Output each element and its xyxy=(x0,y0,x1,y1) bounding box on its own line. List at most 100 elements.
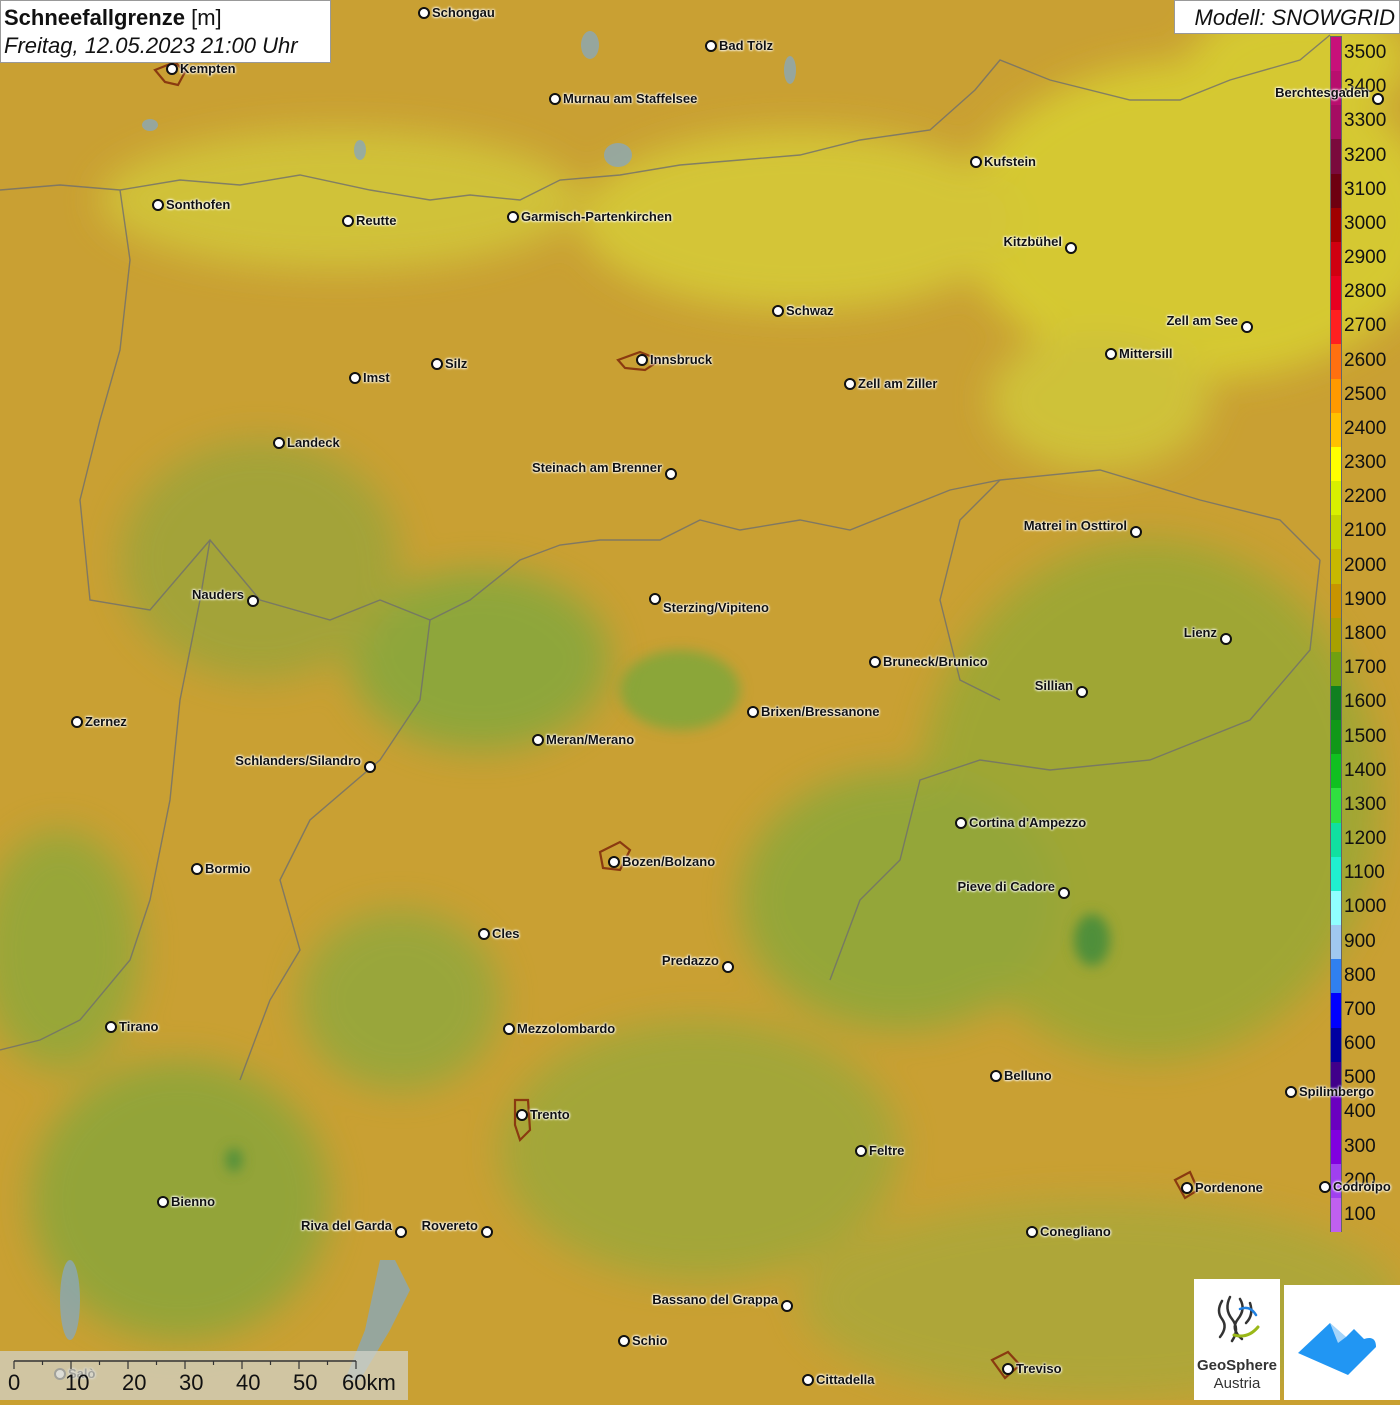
city-dot-icon xyxy=(71,716,83,728)
city-name: Landeck xyxy=(287,435,340,450)
city-dot-icon xyxy=(516,1109,528,1121)
city-dot-icon xyxy=(395,1226,407,1238)
city-name: Kitzbühel xyxy=(1003,234,1063,249)
legend-swatch xyxy=(1331,310,1341,345)
mountain-cloud-icon xyxy=(1298,1323,1376,1375)
city-dot-icon xyxy=(955,817,967,829)
legend-level-label: 400 xyxy=(1344,1101,1376,1123)
city-name: Riva del Garda xyxy=(300,1218,392,1233)
legend-level-label: 1400 xyxy=(1344,759,1387,781)
city-dot-icon xyxy=(722,961,734,973)
city-name: Spilimbergo xyxy=(1299,1084,1375,1099)
legend-swatch xyxy=(1331,925,1341,960)
city-dot-icon xyxy=(273,437,285,449)
city-name: Mezzolombardo xyxy=(517,1021,616,1036)
map-title: Schneefallgrenze [m] xyxy=(4,4,330,32)
city-name: Conegliano xyxy=(1040,1224,1111,1239)
legend-level-label: 3300 xyxy=(1344,110,1387,132)
legend-level-label: 600 xyxy=(1344,1033,1376,1055)
legend-swatch xyxy=(1331,754,1341,789)
city-dot-icon xyxy=(869,656,881,668)
legend-swatch xyxy=(1331,481,1341,516)
legend-level-label: 2100 xyxy=(1344,520,1387,542)
city-name: Silz xyxy=(445,356,468,371)
legend-swatch xyxy=(1331,617,1341,652)
city-name: Murnau am Staffelsee xyxy=(563,91,698,106)
city-name: Feltre xyxy=(869,1143,905,1158)
city-dot-icon xyxy=(478,928,490,940)
title-unit: [m] xyxy=(191,5,222,30)
legend-level-label: 2300 xyxy=(1344,452,1387,474)
legend-swatch xyxy=(1331,105,1341,140)
city-name: Lienz xyxy=(1183,625,1217,640)
city-dot-icon xyxy=(247,595,259,607)
city-name: Pordenone xyxy=(1195,1180,1263,1195)
legend-swatch xyxy=(1331,276,1341,311)
city-name: Rovereto xyxy=(421,1218,478,1233)
legend-swatch xyxy=(1331,139,1341,174)
weather-app-logo[interactable] xyxy=(1284,1285,1400,1400)
city-dot-icon xyxy=(166,63,178,75)
city-dot-icon xyxy=(1220,633,1232,645)
scale-label: 60km xyxy=(342,1370,396,1395)
geosphere-name: GeoSphere xyxy=(1196,1357,1278,1374)
city-name: Reutte xyxy=(356,213,397,228)
city-dot-icon xyxy=(1372,93,1384,105)
legend-swatch xyxy=(1331,1027,1341,1062)
legend-level-label: 1800 xyxy=(1344,623,1387,644)
city-dot-icon xyxy=(781,1300,793,1312)
scale-label: 40 xyxy=(236,1370,261,1395)
legend-level-label: 100 xyxy=(1344,1203,1376,1225)
legend-swatch xyxy=(1331,993,1341,1028)
city-dot-icon xyxy=(970,156,982,168)
city-dot-icon xyxy=(191,863,203,875)
legend-level-label: 1100 xyxy=(1344,862,1385,884)
legend-swatch xyxy=(1331,822,1341,857)
legend-level-label: 3200 xyxy=(1344,144,1387,166)
legend-swatch xyxy=(1331,651,1341,686)
city-dot-icon xyxy=(532,734,544,746)
legend-level-label: 2900 xyxy=(1344,247,1387,269)
city-dot-icon xyxy=(1130,526,1142,538)
city-name: Berchtesgaden xyxy=(1275,85,1369,100)
city-dot-icon xyxy=(1285,1086,1297,1098)
legend-level-label: 1900 xyxy=(1344,588,1387,610)
legend-level-label: 3500 xyxy=(1344,42,1387,64)
city-name: Meran/Merano xyxy=(546,732,635,747)
city-dot-icon xyxy=(618,1335,630,1347)
city-dot-icon xyxy=(105,1021,117,1033)
legend-swatch xyxy=(1331,515,1341,550)
city-name: Cortina d'Ampezzo xyxy=(969,815,1087,830)
legend-swatch xyxy=(1331,549,1341,584)
city-dot-icon xyxy=(418,7,430,19)
city-dot-icon xyxy=(1319,1181,1331,1193)
city-dot-icon xyxy=(481,1226,493,1238)
color-legend xyxy=(1330,36,1342,1233)
city-dot-icon xyxy=(1241,321,1253,333)
city-dot-icon xyxy=(157,1196,169,1208)
geosphere-logo[interactable]: GeoSphere Austria xyxy=(1194,1279,1280,1400)
legend-level-label: 3100 xyxy=(1344,178,1387,200)
city-name: Steinach am Brenner xyxy=(531,460,662,475)
city-dot-icon xyxy=(549,93,561,105)
geosphere-logo-mark xyxy=(1217,1295,1260,1343)
scale-label: 20 xyxy=(122,1370,147,1395)
city-dot-icon xyxy=(342,215,354,227)
city-name: Kufstein xyxy=(984,154,1036,169)
city-name: Schongau xyxy=(432,5,495,20)
city-dot-icon xyxy=(349,372,361,384)
legend-level-label: 2400 xyxy=(1344,417,1387,439)
title-bold: Schneefallgrenze xyxy=(4,5,185,30)
city-name: Predazzo xyxy=(661,953,719,968)
legend-swatch xyxy=(1331,207,1341,242)
model-label: Modell: SNOWGRID xyxy=(1174,0,1400,34)
geosphere-country: Austria xyxy=(1213,1375,1261,1392)
city-name: Nauders xyxy=(191,587,244,602)
city-dot-icon xyxy=(1181,1182,1193,1194)
city-dot-icon xyxy=(1065,242,1077,254)
city-name: Bassano del Grappa xyxy=(652,1292,778,1307)
city-dot-icon xyxy=(855,1145,867,1157)
legend-level-label: 1500 xyxy=(1344,725,1387,747)
city-name: Pieve di Cadore xyxy=(957,879,1055,894)
city-dot-icon xyxy=(507,211,519,223)
